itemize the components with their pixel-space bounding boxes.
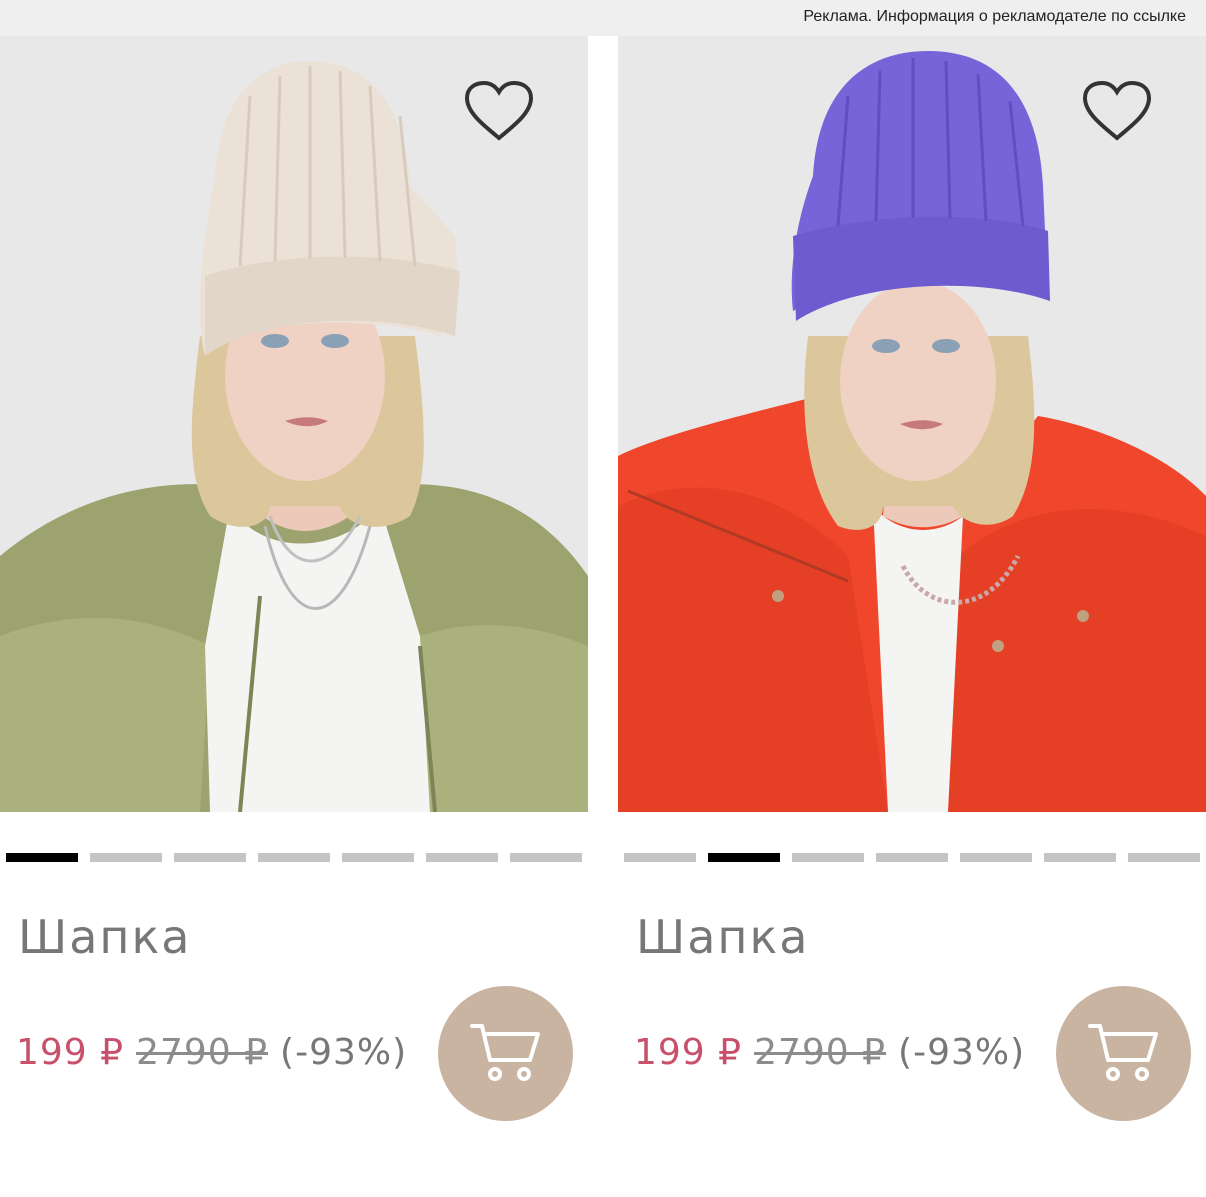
discount-percent: (-93%) [898, 1032, 1026, 1073]
favorite-button[interactable] [462, 78, 536, 144]
product-image[interactable] [0, 36, 588, 812]
ad-notice-link[interactable]: Реклама. Информация о рекламодателе по с… [803, 8, 1186, 26]
price-row: 199 ₽ 2790 ₽ (-93%) [634, 1032, 1025, 1073]
old-price: 2790 ₽ [754, 1032, 887, 1073]
carousel-indicator[interactable] [258, 853, 330, 862]
product-card[interactable]: Шапка 199 ₽ 2790 ₽ (-93%) [0, 36, 588, 1197]
current-price: 199 ₽ [16, 1032, 125, 1073]
heart-outline-icon [1082, 80, 1152, 141]
carousel-indicator[interactable] [792, 853, 864, 862]
discount-percent: (-93%) [280, 1032, 408, 1073]
carousel-indicator[interactable] [708, 853, 780, 862]
price-row: 199 ₽ 2790 ₽ (-93%) [16, 1032, 407, 1073]
carousel-indicator[interactable] [1044, 853, 1116, 862]
heart-outline-icon [464, 80, 534, 141]
shopping-cart-icon [1088, 1024, 1158, 1081]
carousel-indicator[interactable] [1128, 853, 1200, 862]
product-title[interactable]: Шапка [636, 910, 809, 964]
image-carousel-indicators [624, 853, 1206, 862]
carousel-indicator[interactable] [90, 853, 162, 862]
product-title[interactable]: Шапка [18, 910, 191, 964]
carousel-indicator[interactable] [960, 853, 1032, 862]
add-to-cart-button[interactable] [438, 986, 573, 1121]
product-photo-purple-hat [618, 36, 1206, 812]
product-image[interactable] [618, 36, 1206, 812]
carousel-indicator[interactable] [6, 853, 78, 862]
old-price: 2790 ₽ [136, 1032, 269, 1073]
add-to-cart-button[interactable] [1056, 986, 1191, 1121]
image-carousel-indicators [6, 853, 588, 862]
carousel-indicator[interactable] [624, 853, 696, 862]
product-card[interactable]: Шапка 199 ₽ 2790 ₽ (-93%) [618, 36, 1206, 1197]
carousel-indicator[interactable] [426, 853, 498, 862]
product-photo-beige-hat [0, 36, 588, 812]
carousel-indicator[interactable] [876, 853, 948, 862]
ad-notice-bar: Реклама. Информация о рекламодателе по с… [0, 0, 1206, 36]
shopping-cart-icon [470, 1024, 540, 1081]
carousel-indicator[interactable] [174, 853, 246, 862]
current-price: 199 ₽ [634, 1032, 743, 1073]
carousel-indicator[interactable] [510, 853, 582, 862]
carousel-indicator[interactable] [342, 853, 414, 862]
favorite-button[interactable] [1080, 78, 1154, 144]
